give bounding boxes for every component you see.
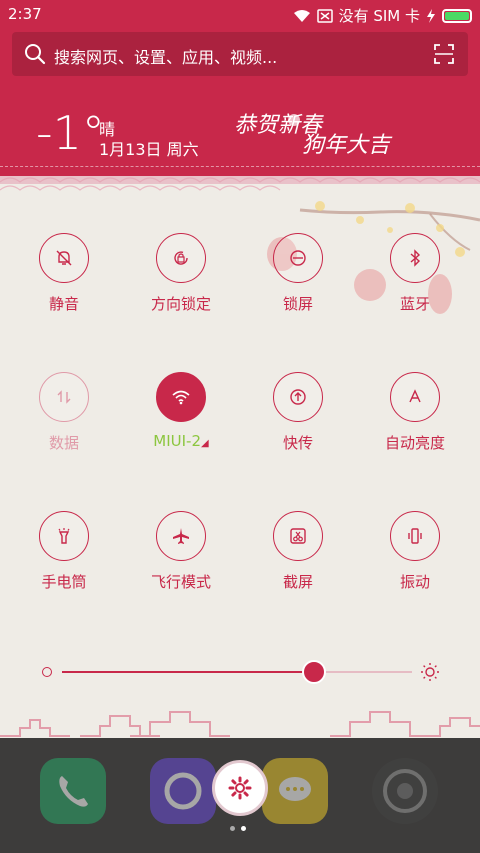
- battery-icon: [442, 8, 472, 23]
- toggle-label: 振动: [399, 573, 430, 591]
- toggle-lock-screen-button[interactable]: [273, 233, 323, 283]
- flashlight-icon: [58, 528, 70, 544]
- weather-date: 1月13日 周六: [99, 140, 199, 159]
- toggle-label: 锁屏: [282, 295, 313, 313]
- bell-off-icon: [56, 250, 72, 266]
- airplane-icon: [173, 528, 189, 544]
- toggle-screenshot[interactable]: 截屏: [253, 511, 343, 592]
- page-dot: [230, 826, 235, 831]
- toggle-silent-button[interactable]: [39, 233, 89, 283]
- status-bar: 2:37 没有 SIM 卡: [0, 0, 480, 28]
- charging-icon: [427, 8, 435, 23]
- toggle-silent[interactable]: 静音: [19, 233, 109, 314]
- messages-app-icon[interactable]: [262, 758, 328, 824]
- toggle-flashlight-button[interactable]: [39, 511, 89, 561]
- toggle-wifi-button[interactable]: [156, 372, 206, 422]
- toggle-label: 手电筒: [41, 573, 87, 591]
- new-year-greeting-logo: 恭贺新春 狗年大吉: [230, 96, 395, 158]
- brightness-thumb[interactable]: [302, 660, 326, 684]
- gear-icon: [228, 776, 252, 800]
- toggle-data[interactable]: 数据: [19, 372, 109, 453]
- toggle-rotation-lock-button[interactable]: [156, 233, 206, 283]
- page-dot-active: [241, 826, 246, 831]
- toggle-label: 蓝牙: [399, 295, 430, 313]
- toggle-vibrate-button[interactable]: [390, 511, 440, 561]
- toggle-label: 快传: [282, 434, 313, 452]
- toggle-bluetooth-button[interactable]: [390, 233, 440, 283]
- weather-temperature[interactable]: -1°: [36, 110, 105, 156]
- lock-icon: [290, 250, 306, 266]
- toggle-label: 方向锁定: [150, 295, 211, 313]
- search-bar[interactable]: 搜索网页、设置、应用、视频...: [12, 32, 468, 76]
- toggle-label: 数据: [48, 434, 79, 452]
- wifi-status-icon: [293, 9, 310, 22]
- header-divider: [0, 166, 480, 167]
- toggle-lock-screen[interactable]: 锁屏: [253, 233, 343, 314]
- scan-icon[interactable]: [434, 44, 454, 64]
- toggle-rotation-lock[interactable]: 方向锁定: [136, 233, 226, 314]
- sim-missing-icon: [316, 8, 333, 23]
- rotation-lock-icon: [174, 251, 188, 265]
- toggle-airplane-button[interactable]: [156, 511, 206, 561]
- toggle-label: 飞行模式: [150, 573, 211, 591]
- toggle-screenshot-button[interactable]: [273, 511, 323, 561]
- brightness-high-icon: [421, 663, 439, 681]
- fretwork-pattern: [0, 711, 480, 737]
- search-placeholder: 搜索网页、设置、应用、视频...: [54, 48, 278, 67]
- brightness-track[interactable]: [62, 660, 412, 684]
- status-time: 2:37: [8, 5, 42, 23]
- search-icon: [25, 44, 46, 65]
- settings-button[interactable]: [212, 760, 268, 816]
- share-icon: [290, 389, 306, 405]
- toggle-vibrate[interactable]: 振动: [370, 511, 460, 592]
- toggle-quick-share[interactable]: 快传: [253, 372, 343, 453]
- brightness-fill: [62, 671, 314, 673]
- notification-header: 2:37 没有 SIM 卡 搜索网页、设置、应用、视频... -1° 晴 1月1…: [0, 0, 480, 180]
- toggle-wifi[interactable]: MIUI-2◢: [136, 372, 226, 450]
- auto-brightness-icon: [409, 389, 421, 403]
- toggle-label: 截屏: [282, 573, 313, 591]
- screenshot-icon: [290, 528, 306, 544]
- phone-app-icon[interactable]: [40, 758, 106, 824]
- toggle-bluetooth[interactable]: 蓝牙: [370, 233, 460, 314]
- data-arrows-icon: [57, 390, 71, 404]
- toggle-flashlight[interactable]: 手电筒: [19, 511, 109, 592]
- page-indicator: [230, 826, 246, 831]
- toggle-data-button[interactable]: [39, 372, 89, 422]
- toggle-auto-brightness-button[interactable]: [390, 372, 440, 422]
- toggle-airplane[interactable]: 飞行模式: [136, 511, 226, 592]
- toggle-label: 静音: [48, 295, 79, 313]
- toggle-auto-brightness[interactable]: 自动亮度: [370, 372, 460, 453]
- no-sim-label: 没有 SIM 卡: [338, 7, 420, 25]
- svg-text:狗年大吉: 狗年大吉: [302, 133, 393, 158]
- vibrate-icon: [408, 528, 422, 544]
- toggle-quick-share-button[interactable]: [273, 372, 323, 422]
- status-icons: 没有 SIM 卡: [293, 5, 472, 26]
- brightness-low-icon: [42, 667, 52, 677]
- wifi-icon: [172, 390, 190, 405]
- camera-app-icon[interactable]: [372, 758, 438, 824]
- browser-app-icon[interactable]: [150, 758, 216, 824]
- bluetooth-icon: [410, 249, 421, 267]
- brightness-slider[interactable]: [38, 658, 442, 686]
- toggle-label: 自动亮度: [384, 434, 445, 452]
- toggle-label: MIUI-2◢: [153, 432, 209, 450]
- wifi-network-name: MIUI-2: [153, 432, 202, 450]
